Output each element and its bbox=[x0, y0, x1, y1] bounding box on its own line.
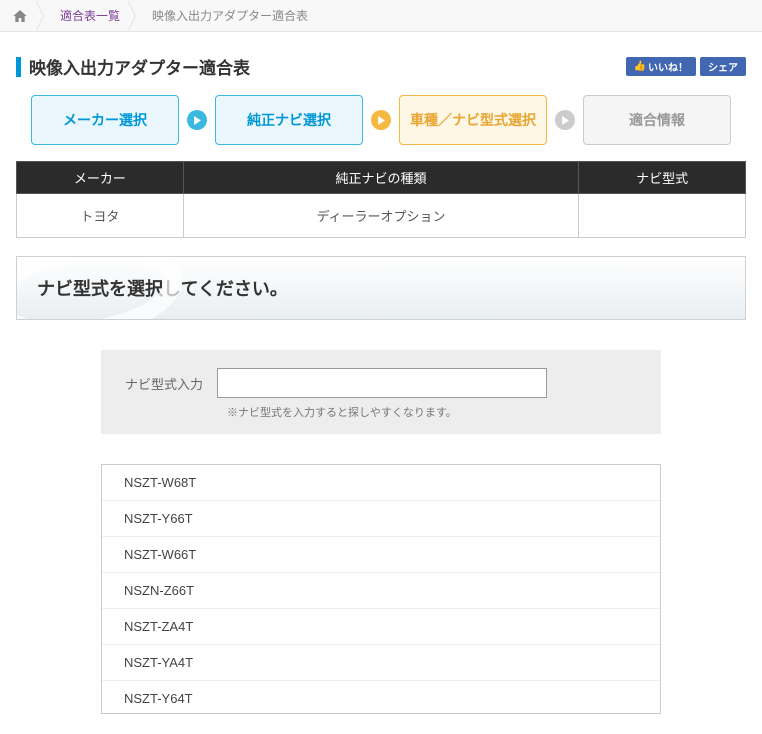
step-navi-select[interactable]: 純正ナビ選択 bbox=[215, 95, 363, 145]
thumbs-up-icon: 👍 bbox=[634, 61, 646, 72]
cell-maker: トヨタ bbox=[17, 194, 184, 238]
arrow-icon bbox=[371, 110, 391, 130]
prompt-text: ナビ型式を選択してください。 bbox=[37, 279, 288, 299]
list-item[interactable]: NSZT-ZA4T bbox=[102, 609, 660, 645]
list-item[interactable]: NSZN-Z66T bbox=[102, 573, 660, 609]
breadcrumb-current: 映像入出力アダプター適合表 bbox=[128, 0, 326, 31]
breadcrumb-list[interactable]: 適合表一覧 bbox=[36, 0, 138, 31]
navi-model-input[interactable] bbox=[217, 368, 547, 398]
facebook-share-button[interactable]: シェア bbox=[700, 57, 746, 76]
page-title: 映像入出力アダプター適合表 bbox=[16, 54, 250, 79]
arrow-icon bbox=[187, 110, 207, 130]
search-hint: ※ナビ型式を入力すると探しやすくなります。 bbox=[227, 404, 637, 420]
list-item[interactable]: NSZT-Y66T bbox=[102, 501, 660, 537]
step-model-select[interactable]: 車種／ナビ型式選択 bbox=[399, 95, 547, 145]
search-label: ナビ型式入力 bbox=[125, 374, 203, 393]
home-icon bbox=[12, 8, 28, 24]
cell-navi-type: ディーラーオプション bbox=[183, 194, 578, 238]
col-navi-type: 純正ナビの種類 bbox=[183, 162, 578, 194]
step-maker-select[interactable]: メーカー選択 bbox=[31, 95, 179, 145]
selection-table: メーカー 純正ナビの種類 ナビ型式 トヨタ ディーラーオプション bbox=[16, 161, 746, 238]
cell-model bbox=[579, 194, 746, 238]
table-row: トヨタ ディーラーオプション bbox=[17, 194, 746, 238]
list-item[interactable]: NSZT-W66T bbox=[102, 537, 660, 573]
step-compat-info: 適合情報 bbox=[583, 95, 731, 145]
list-item[interactable]: NSZT-Y64T bbox=[102, 681, 660, 714]
breadcrumb: 適合表一覧 映像入出力アダプター適合表 bbox=[0, 0, 762, 32]
list-item[interactable]: NSZT-YA4T bbox=[102, 645, 660, 681]
list-item[interactable]: NSZT-W68T bbox=[102, 465, 660, 501]
arrow-icon bbox=[555, 110, 575, 130]
like-label: いいね！ bbox=[648, 59, 688, 74]
model-list[interactable]: NSZT-W68T NSZT-Y66T NSZT-W66T NSZN-Z66T … bbox=[101, 464, 661, 714]
facebook-like-button[interactable]: 👍 いいね！ bbox=[626, 57, 696, 76]
search-panel: ナビ型式入力 ※ナビ型式を入力すると探しやすくなります。 bbox=[101, 350, 661, 434]
col-maker: メーカー bbox=[17, 162, 184, 194]
col-model: ナビ型式 bbox=[579, 162, 746, 194]
social-buttons: 👍 いいね！ シェア bbox=[626, 57, 746, 76]
share-label: シェア bbox=[708, 59, 738, 74]
step-wizard: メーカー選択 純正ナビ選択 車種／ナビ型式選択 適合情報 bbox=[0, 95, 762, 161]
prompt-banner: ナビ型式を選択してください。 bbox=[16, 256, 746, 320]
